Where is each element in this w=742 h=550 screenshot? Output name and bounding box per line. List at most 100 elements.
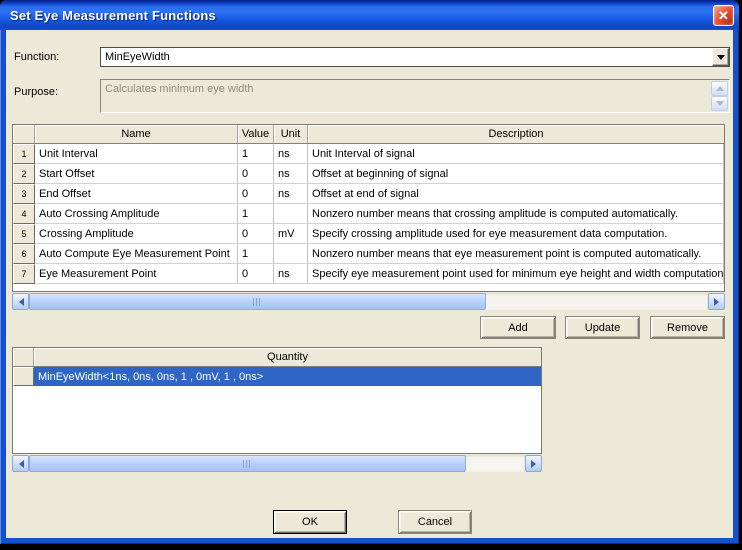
cell-description[interactable]: Offset at beginning of signal [308,164,724,184]
purpose-text: Calculates minimum eye width [105,83,709,95]
chevron-right-icon [714,298,723,306]
dialog-window: Set Eye Measurement Functions ✕ Function… [0,0,739,544]
cell-name[interactable]: Eye Measurement Point [35,264,238,284]
chevron-left-icon [15,460,24,468]
cell-value[interactable]: 0 [238,184,274,204]
scrollbar-thumb[interactable] [29,293,486,310]
dialog-content: Function: MinEyeWidth Purpose: Calculate… [6,30,733,538]
table-row[interactable]: 1 Unit Interval 1 ns Unit Interval of si… [13,144,724,164]
cell-name[interactable]: Auto Compute Eye Measurement Point [35,244,238,264]
chevron-down-icon [716,101,724,110]
cell-description[interactable]: Offset at end of signal [308,184,724,204]
cell-name[interactable]: Unit Interval [35,144,238,164]
table-row[interactable]: 3 End Offset 0 ns Offset at end of signa… [13,184,724,204]
scrollbar-thumb[interactable] [29,455,466,472]
quantity-header-corner-cell [13,348,34,366]
cell-description[interactable]: Unit Interval of signal [308,144,724,164]
remove-button[interactable]: Remove [650,316,725,339]
table-row[interactable]: 5 Crossing Amplitude 0 mV Specify crossi… [13,224,724,244]
row-number[interactable]: 7 [13,264,35,284]
cell-description[interactable]: Nonzero number means that eye measuremen… [308,244,724,264]
cell-description[interactable]: Specify eye measurement point used for m… [308,264,724,284]
function-combobox-value: MinEyeWidth [101,51,712,63]
title-bar[interactable]: Set Eye Measurement Functions ✕ [0,0,739,30]
row-number[interactable]: 2 [13,164,35,184]
table-row[interactable]: 2 Start Offset 0 ns Offset at beginning … [13,164,724,184]
header-name: Name [35,125,238,143]
cell-unit[interactable]: mV [274,224,308,244]
scrollbar-track[interactable] [29,455,525,472]
quantity-table: Quantity MinEyeWidth<1ns, 0ns, 0ns, 1 , … [12,347,542,472]
table-row[interactable]: 6 Auto Compute Eye Measurement Point 1 N… [13,244,724,264]
cell-name[interactable]: Auto Crossing Amplitude [35,204,238,224]
function-combobox-dropdown-button[interactable] [712,48,729,66]
cell-name[interactable]: Start Offset [35,164,238,184]
table-row[interactable]: 4 Auto Crossing Amplitude 1 Nonzero numb… [13,204,724,224]
row-number[interactable]: 1 [13,144,35,164]
update-button[interactable]: Update [565,316,640,339]
quantity-cell[interactable]: MinEyeWidth<1ns, 0ns, 0ns, 1 , 0mV, 1 , … [34,367,541,386]
cell-unit[interactable] [274,244,308,264]
function-label: Function: [14,51,59,63]
header-description: Description [308,125,724,143]
row-number[interactable]: 6 [13,244,35,264]
close-icon: ✕ [718,8,729,23]
chevron-left-icon [15,298,24,306]
scrollbar-track[interactable] [29,293,708,310]
cancel-button[interactable]: Cancel [398,510,472,534]
chevron-right-icon [531,460,540,468]
close-button[interactable]: ✕ [713,5,734,26]
cell-value[interactable]: 1 [238,204,274,224]
scroll-left-button[interactable] [12,455,29,472]
cell-description[interactable]: Specify crossing amplitude used for eye … [308,224,724,244]
parameter-grid: Name Value Unit Description 1 Unit Inter… [12,124,725,292]
cell-unit[interactable]: ns [274,144,308,164]
cell-unit[interactable]: ns [274,164,308,184]
quantity-row-selected[interactable]: MinEyeWidth<1ns, 0ns, 0ns, 1 , 0mV, 1 , … [13,367,541,386]
cancel-button-label: Cancel [418,516,452,528]
window-title: Set Eye Measurement Functions [0,8,216,23]
cell-unit[interactable]: ns [274,184,308,204]
purpose-label: Purpose: [14,86,58,98]
cell-name[interactable]: Crossing Amplitude [35,224,238,244]
ok-button[interactable]: OK [273,510,347,534]
function-combobox[interactable]: MinEyeWidth [100,47,730,67]
purpose-textarea[interactable]: Calculates minimum eye width [100,79,730,113]
quantity-grid: Quantity MinEyeWidth<1ns, 0ns, 0ns, 1 , … [12,347,542,454]
row-number[interactable]: 5 [13,224,35,244]
header-corner-cell [13,125,35,143]
quantity-table-hscrollbar[interactable] [12,455,542,472]
header-unit: Unit [274,125,308,143]
quantity-header: Quantity [34,348,541,366]
cell-unit[interactable] [274,204,308,224]
purpose-scroll-down-button[interactable] [711,96,728,111]
add-button-label: Add [508,322,528,334]
parameter-header-row: Name Value Unit Description [13,125,724,144]
cell-value[interactable]: 1 [238,244,274,264]
ok-button-label: OK [302,516,318,528]
purpose-scrollbar [711,81,728,111]
cell-value[interactable]: 1 [238,144,274,164]
row-number[interactable]: 3 [13,184,35,204]
cell-value[interactable]: 0 [238,264,274,284]
cell-name[interactable]: End Offset [35,184,238,204]
chevron-up-icon [716,82,724,91]
cell-value[interactable]: 0 [238,164,274,184]
parameter-table-hscrollbar[interactable] [12,293,725,310]
add-button[interactable]: Add [480,316,556,339]
chevron-down-icon [717,55,725,64]
row-number[interactable]: 4 [13,204,35,224]
cell-value[interactable]: 0 [238,224,274,244]
cell-description[interactable]: Nonzero number means that crossing ampli… [308,204,724,224]
scroll-right-button[interactable] [525,455,542,472]
quantity-header-row: Quantity [13,348,541,367]
update-button-label: Update [585,322,620,334]
table-row[interactable]: 7 Eye Measurement Point 0 ns Specify eye… [13,264,724,284]
scroll-right-button[interactable] [708,293,725,310]
parameter-table: Name Value Unit Description 1 Unit Inter… [12,124,725,310]
quantity-row-number[interactable] [13,367,34,386]
header-value: Value [238,125,274,143]
purpose-scroll-up-button[interactable] [711,81,728,96]
cell-unit[interactable]: ns [274,264,308,284]
scroll-left-button[interactable] [12,293,29,310]
